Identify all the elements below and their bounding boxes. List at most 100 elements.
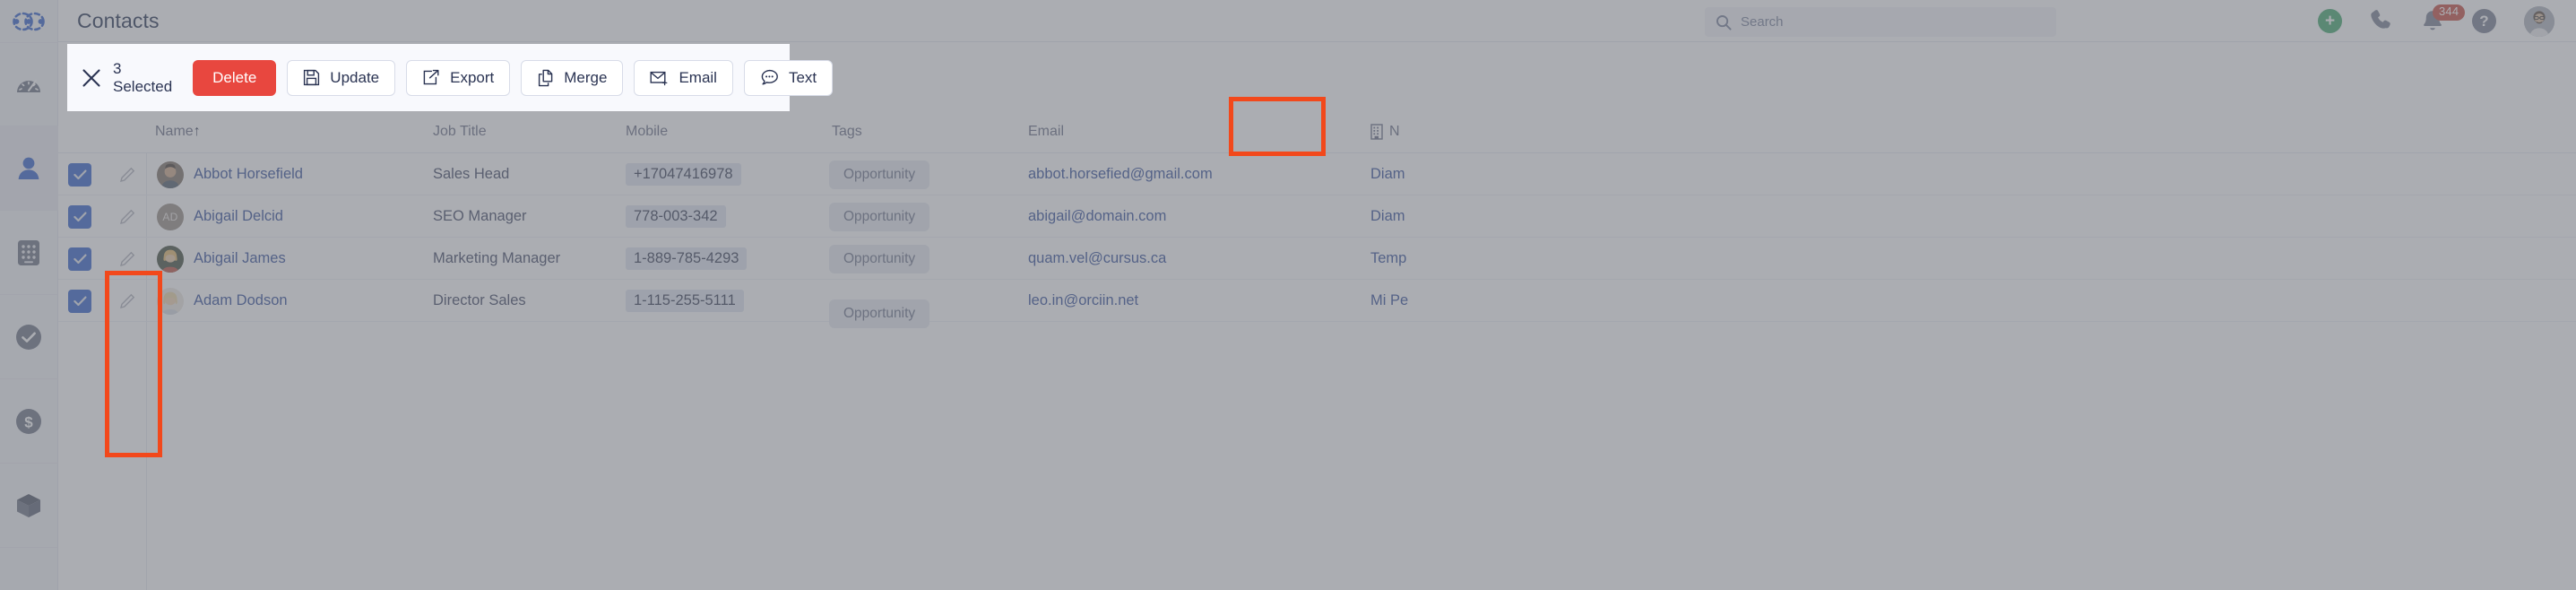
cell-job-title: Marketing Manager — [433, 250, 561, 266]
app-logo[interactable] — [0, 0, 58, 42]
row-edit-button[interactable] — [119, 153, 136, 195]
contact-initials: AD — [157, 203, 184, 230]
tag-badge: Opportunity — [829, 244, 930, 273]
box-icon — [17, 493, 40, 517]
call-button[interactable] — [2370, 7, 2393, 35]
add-button[interactable]: + — [2318, 9, 2342, 33]
share-export-icon — [423, 69, 439, 85]
tag-badge: Opportunity — [829, 299, 930, 328]
contact-name-link[interactable]: Abigail James — [194, 250, 286, 267]
row-checkbox[interactable] — [68, 195, 91, 238]
page-title: Contacts — [77, 8, 160, 32]
merge-button[interactable]: Merge — [521, 59, 624, 96]
check-icon — [73, 212, 86, 221]
sidebar-item-contacts[interactable] — [0, 126, 58, 211]
cell-email[interactable]: quam.vel@cursus.ca — [1028, 238, 1166, 280]
close-selection-button[interactable] — [81, 60, 102, 96]
cell-job-title: SEO Manager — [433, 208, 527, 224]
cell-mobile[interactable]: 1-889-785-4293 — [626, 238, 748, 280]
check-circle-icon — [16, 324, 41, 350]
chat-bubble-icon — [761, 69, 778, 85]
row-edit-button[interactable] — [119, 195, 136, 238]
chain-links-logo-icon — [13, 12, 45, 30]
question-circle-icon: ? — [2479, 12, 2489, 30]
cell-mobile[interactable]: 778-003-342 — [626, 195, 726, 238]
sort-asc-icon: ↑ — [193, 124, 201, 139]
row-checkbox[interactable] — [68, 153, 91, 195]
contact-name-link[interactable]: Abbot Horsefield — [194, 166, 303, 183]
bulk-action-toolbar: 3 Selected Delete Update Export Merge Em… — [67, 44, 834, 111]
sidebar-item-deals[interactable]: $ — [0, 379, 58, 464]
text-button[interactable]: Text — [743, 59, 834, 96]
column-header-tags[interactable]: Tags — [832, 124, 862, 140]
selected-count-label: 3 Selected — [113, 59, 173, 95]
delete-button[interactable]: Delete — [193, 59, 277, 96]
cell-email[interactable]: abigail@domain.com — [1028, 195, 1166, 238]
gauge-icon — [17, 80, 40, 92]
pencil-icon — [120, 209, 135, 224]
notification-badge: 344 — [2433, 4, 2466, 21]
contact-avatar-icon — [157, 287, 184, 315]
cell-tags[interactable]: Opportunity — [829, 195, 930, 238]
pencil-icon — [120, 167, 135, 182]
cell-job-title: Director Sales — [433, 292, 526, 308]
sidebar-item-dialer[interactable] — [0, 211, 58, 295]
search-input[interactable] — [1741, 14, 2036, 30]
cell-tags[interactable]: Opportunity — [829, 238, 930, 280]
sidebar-item-products[interactable] — [0, 464, 58, 548]
column-header-next-step[interactable]: N — [1370, 124, 1400, 140]
row-edit-button[interactable] — [119, 238, 136, 280]
cell-tags[interactable]: Opportunity — [829, 292, 930, 334]
update-button[interactable]: Update — [287, 59, 396, 96]
contact-name-link[interactable]: Abigail Delcid — [194, 208, 283, 225]
contact-name-link[interactable]: Adam Dodson — [194, 292, 288, 309]
row-edit-button[interactable] — [119, 280, 136, 322]
table-header-row: Name↑ Job Title Mobile Tags Email N — [58, 110, 2576, 153]
email-button[interactable]: Email — [634, 59, 733, 96]
search-box[interactable] — [1705, 7, 2056, 37]
column-header-mobile[interactable]: Mobile — [626, 124, 668, 140]
cell-email[interactable]: abbot.horsefied@gmail.com — [1028, 153, 1213, 195]
row-avatar: Adam Dodson — [157, 280, 288, 322]
cell-mobile[interactable]: +17047416978 — [626, 153, 741, 195]
table-row[interactable]: AD Abigail Delcid SEO Manager 778-003-34… — [58, 195, 2576, 238]
column-header-email[interactable]: Email — [1028, 124, 1064, 140]
cell-job-title: Sales Head — [433, 166, 510, 182]
user-avatar-icon — [2524, 5, 2554, 37]
row-checkbox[interactable] — [68, 280, 91, 322]
export-button[interactable]: Export — [406, 59, 511, 96]
tag-badge: Opportunity — [829, 160, 930, 189]
notifications-button[interactable]: 344 — [2421, 4, 2466, 33]
cell-next-step: Mi Pe — [1370, 292, 1409, 308]
cell-mobile[interactable]: 1-115-255-5111 — [626, 280, 744, 322]
table-row[interactable]: Adam Dodson Director Sales 1-115-255-511… — [58, 280, 2576, 328]
column-header-name[interactable]: Name↑ — [155, 124, 201, 140]
row-avatar: Abbot Horsefield — [157, 153, 303, 195]
table-row[interactable]: Abigail James Marketing Manager 1-889-78… — [58, 238, 2576, 280]
tag-badge: Opportunity — [829, 202, 930, 231]
cell-next-step: Diam — [1370, 166, 1405, 182]
sidebar-item-dashboard[interactable] — [0, 42, 58, 126]
contact-avatar-icon — [157, 161, 184, 188]
contacts-table: Name↑ Job Title Mobile Tags Email N Abbo… — [58, 42, 2576, 590]
column-header-job-title[interactable]: Job Title — [433, 124, 487, 140]
close-icon — [82, 68, 100, 87]
svg-text:$: $ — [24, 413, 33, 430]
table-row[interactable]: Abbot Horsefield Sales Head +17047416978… — [58, 153, 2576, 195]
sidebar-item-tasks[interactable] — [0, 295, 58, 379]
search-icon — [1716, 14, 1732, 30]
building-icon — [1370, 124, 1383, 140]
pencil-icon — [120, 251, 135, 266]
top-header: Contacts + 344 — [58, 0, 2576, 42]
row-checkbox[interactable] — [68, 238, 91, 280]
plus-circle-icon: + — [2324, 12, 2336, 30]
copy-pages-icon — [539, 69, 553, 86]
help-button[interactable]: ? — [2472, 9, 2496, 33]
cell-next-step: Temp — [1370, 250, 1407, 266]
cell-tags[interactable]: Opportunity — [829, 153, 930, 195]
avatar[interactable] — [2524, 5, 2554, 37]
cell-email[interactable]: leo.in@orciin.net — [1028, 280, 1138, 322]
sidebar: $ — [0, 0, 58, 590]
envelope-plus-icon — [650, 71, 668, 85]
person-icon — [18, 157, 39, 179]
